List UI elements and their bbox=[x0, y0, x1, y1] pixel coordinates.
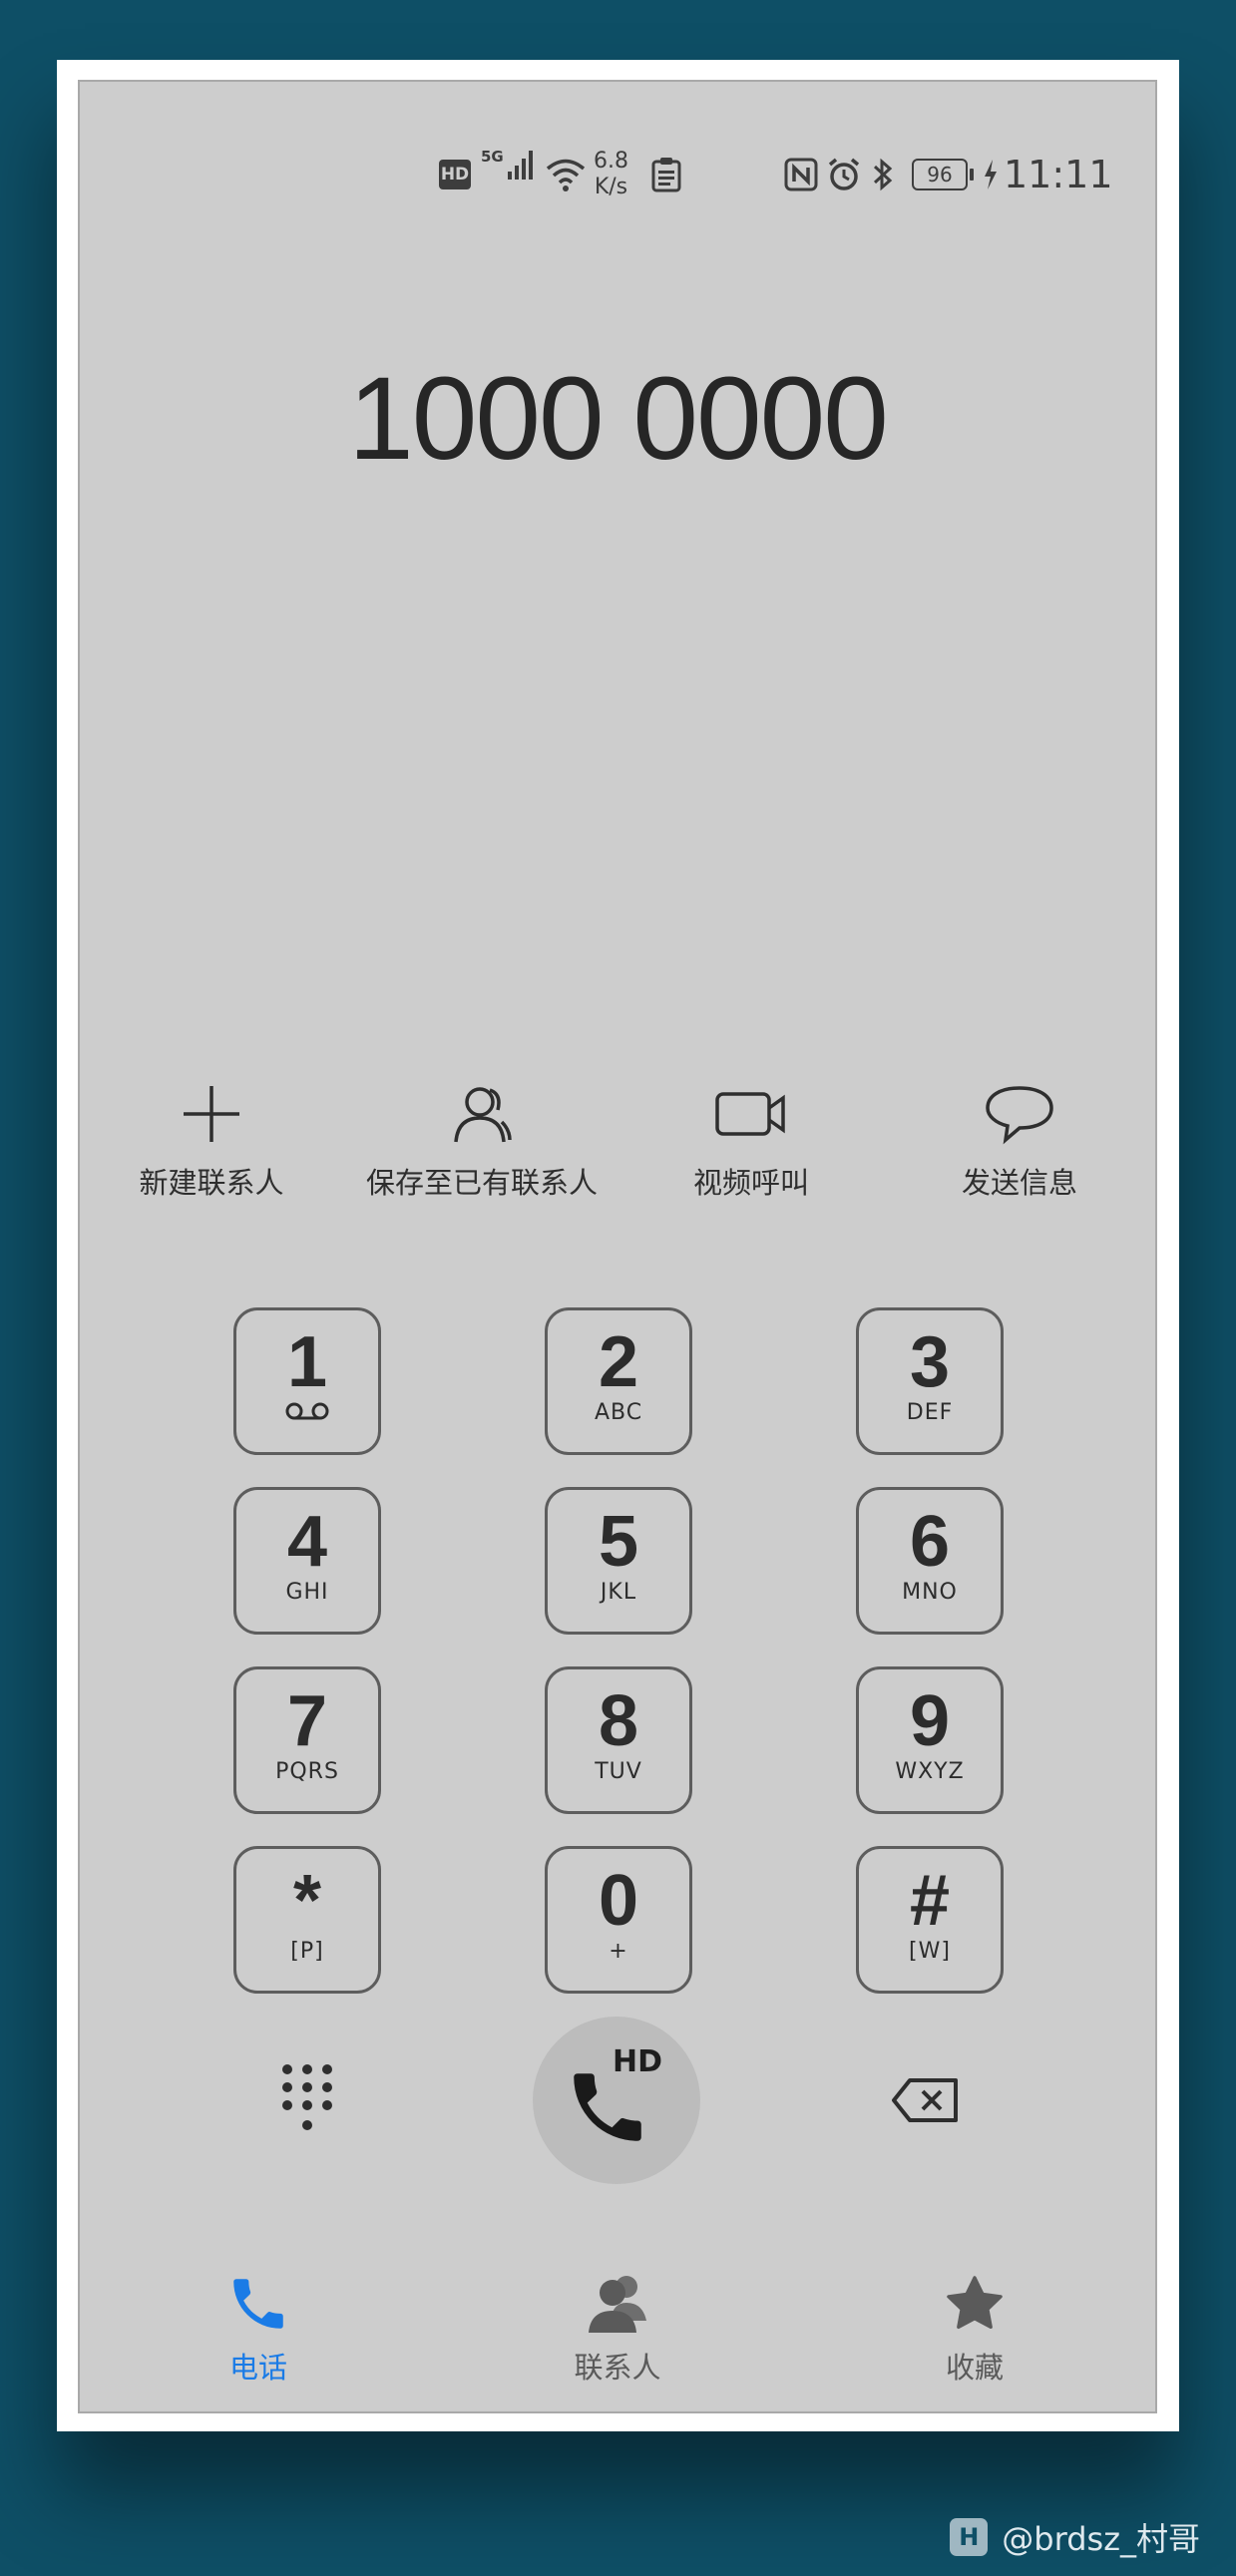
battery-icon: 96 bbox=[912, 159, 968, 190]
battery-level: 96 bbox=[927, 163, 953, 186]
alarm-group bbox=[826, 140, 862, 209]
key-letters: PQRS bbox=[275, 1759, 339, 1784]
tab-favorites[interactable]: 收藏 bbox=[865, 2271, 1084, 2387]
key-9[interactable]: 9 WXYZ bbox=[856, 1666, 1004, 1814]
save-to-existing-label: 保存至已有联系人 bbox=[365, 1166, 598, 1200]
phone-icon bbox=[233, 2279, 283, 2329]
key-letters: DEF bbox=[906, 1400, 954, 1425]
contact-icon bbox=[454, 1087, 512, 1143]
net-speed: 6.8 K/s bbox=[594, 140, 628, 209]
network-type-label: 5G bbox=[481, 148, 504, 166]
bluetooth-icon bbox=[873, 158, 893, 191]
contacts-icon bbox=[589, 2276, 646, 2333]
key-5[interactable]: 5 JKL bbox=[545, 1487, 692, 1635]
video-call-label: 视频呼叫 bbox=[692, 1166, 809, 1200]
wifi-icon bbox=[546, 159, 586, 191]
status-bar: HD 5G 6.8 K/s 96 11:11 bbox=[80, 140, 1155, 209]
hd-label: HD bbox=[439, 160, 471, 189]
number-actions: 新建联系人 保存至已有联系人 视频呼叫 发送信息 bbox=[80, 1074, 1155, 1204]
key-letters: WXYZ bbox=[895, 1759, 965, 1784]
key-6[interactable]: 6 MNO bbox=[856, 1487, 1004, 1635]
key-letters: + bbox=[609, 1939, 628, 1964]
alarm-icon bbox=[828, 158, 860, 190]
phone-screen: HD 5G 6.8 K/s 96 11:11 1000 0000 新建联系人 保… bbox=[78, 80, 1157, 2413]
key-digit: 9 bbox=[909, 1681, 951, 1761]
key-7[interactable]: 7 PQRS bbox=[233, 1666, 381, 1814]
speed-value: 6.8 bbox=[594, 149, 628, 174]
key-digit: 6 bbox=[909, 1502, 951, 1582]
charging-icon bbox=[985, 160, 997, 189]
wifi-group bbox=[545, 140, 587, 209]
video-call-button[interactable]: 视频呼叫 bbox=[602, 1074, 901, 1202]
tab-favorites-label: 收藏 bbox=[945, 2351, 1004, 2385]
key-star[interactable]: * [P] bbox=[233, 1846, 381, 1994]
plus-icon bbox=[184, 1086, 239, 1142]
key-3[interactable]: 3 DEF bbox=[856, 1307, 1004, 1455]
key-digit: 3 bbox=[909, 1322, 951, 1402]
key-2[interactable]: 2 ABC bbox=[545, 1307, 692, 1455]
send-message-button[interactable]: 发送信息 bbox=[870, 1074, 1169, 1202]
message-icon bbox=[986, 1086, 1053, 1145]
key-digit: 4 bbox=[286, 1502, 328, 1582]
tab-phone[interactable]: 电话 bbox=[149, 2271, 368, 2387]
key-digit: 5 bbox=[598, 1502, 639, 1582]
tab-phone-label: 电话 bbox=[228, 2351, 287, 2385]
voicemail-icon bbox=[285, 1402, 329, 1420]
key-digit: # bbox=[909, 1861, 951, 1941]
bluetooth-group bbox=[870, 140, 896, 209]
key-letters: TUV bbox=[595, 1759, 642, 1784]
tab-contacts[interactable]: 联系人 bbox=[508, 2271, 727, 2387]
clock-group: 11:11 bbox=[1004, 140, 1113, 209]
charging-group bbox=[982, 140, 1000, 209]
key-0[interactable]: 0 + bbox=[545, 1846, 692, 1994]
watermark: H @brdsz_村哥 bbox=[950, 2514, 1200, 2560]
key-digit: 0 bbox=[598, 1861, 639, 1941]
key-1[interactable]: 1 bbox=[233, 1307, 381, 1455]
watermark-logo-icon: H bbox=[950, 2518, 989, 2556]
signal-icon bbox=[507, 151, 533, 180]
key-digit: 8 bbox=[598, 1681, 639, 1761]
key-letters: [W] bbox=[909, 1939, 951, 1964]
dialed-number[interactable]: 1000 0000 bbox=[80, 351, 1155, 487]
battery-group: 96 bbox=[912, 140, 974, 209]
bottom-tab-bar: 电话 联系人 收藏 bbox=[80, 2271, 1155, 2391]
speed-unit: K/s bbox=[594, 175, 628, 199]
call-button[interactable]: HD bbox=[533, 2017, 700, 2184]
key-4[interactable]: 4 GHI bbox=[233, 1487, 381, 1635]
key-letters: ABC bbox=[594, 1400, 643, 1425]
key-hash[interactable]: # [W] bbox=[856, 1846, 1004, 1994]
star-icon bbox=[947, 2276, 1003, 2330]
clipboard-icon bbox=[651, 158, 681, 192]
hd-voice-badge: HD bbox=[439, 140, 471, 209]
phone-call-icon bbox=[574, 2073, 641, 2141]
key-8[interactable]: 8 TUV bbox=[545, 1666, 692, 1814]
clipboard-group bbox=[650, 140, 682, 209]
backspace-button[interactable] bbox=[890, 2076, 962, 2128]
watermark-text: @brdsz_村哥 bbox=[1002, 2520, 1200, 2558]
key-letters: [P] bbox=[290, 1939, 324, 1964]
send-message-label: 发送信息 bbox=[961, 1166, 1077, 1200]
key-digit: 1 bbox=[286, 1322, 328, 1402]
nfc-icon bbox=[784, 158, 818, 191]
tab-contacts-label: 联系人 bbox=[574, 2351, 661, 2385]
backspace-icon bbox=[892, 2078, 958, 2122]
clock: 11:11 bbox=[1004, 153, 1113, 196]
nfc-group bbox=[784, 140, 818, 209]
new-contact-button[interactable]: 新建联系人 bbox=[62, 1074, 361, 1202]
hide-keypad-button[interactable] bbox=[277, 2061, 337, 2145]
key-digit: * bbox=[292, 1861, 322, 1941]
dialpad-icon bbox=[282, 2064, 332, 2130]
key-digit: 7 bbox=[286, 1681, 328, 1761]
key-letters: MNO bbox=[902, 1580, 958, 1605]
key-letters: JKL bbox=[600, 1580, 637, 1605]
new-contact-label: 新建联系人 bbox=[139, 1166, 284, 1200]
video-icon bbox=[715, 1092, 785, 1136]
signal-group: 5G bbox=[481, 140, 538, 209]
key-letters: GHI bbox=[285, 1580, 329, 1605]
save-to-existing-contact-button[interactable]: 保存至已有联系人 bbox=[332, 1074, 631, 1202]
key-digit: 2 bbox=[598, 1322, 639, 1402]
